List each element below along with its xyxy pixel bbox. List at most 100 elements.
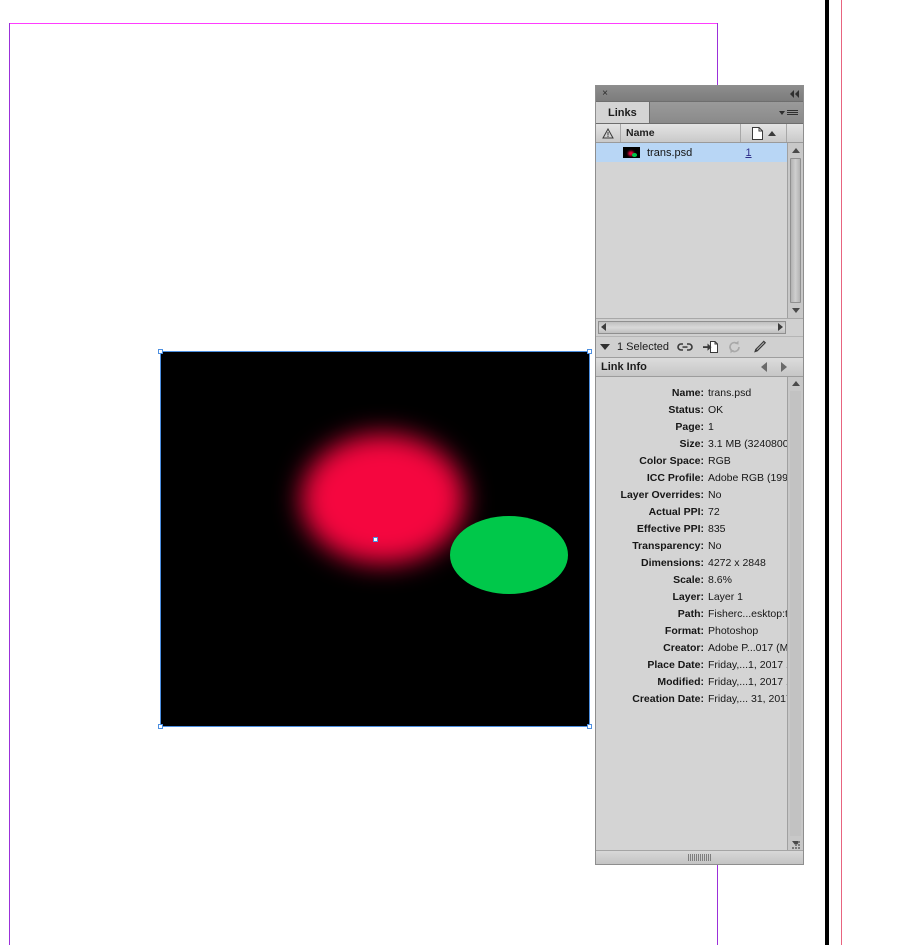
- info-row: Creation Date: Friday,... 31, 2017 6:13 A…: [596, 691, 787, 708]
- warning-column-header[interactable]: [596, 124, 621, 142]
- scroll-down-arrow-icon[interactable]: [791, 304, 800, 318]
- info-value: 8.6%: [708, 573, 732, 586]
- disclosure-triangle-icon[interactable]: [600, 343, 610, 350]
- info-value: Adobe P...017 (Macintosh): [708, 641, 787, 654]
- panel-resize-handle[interactable]: [791, 840, 801, 850]
- info-row: Layer Overrides: No: [596, 487, 781, 504]
- info-row: Dimensions: 4272 x 2848: [596, 555, 781, 572]
- info-value: trans.psd: [708, 386, 752, 399]
- selection-handle-top-left[interactable]: [158, 349, 163, 354]
- info-label: Name:: [671, 386, 704, 399]
- chevron-down-icon: [779, 110, 785, 115]
- placed-image-frame[interactable]: [158, 349, 592, 729]
- panel-tab-strip[interactable]: Links: [596, 102, 803, 124]
- scroll-left-arrow-icon[interactable]: [601, 323, 606, 331]
- table-row[interactable]: trans.psd 1: [596, 143, 787, 162]
- tab-links-label: Links: [608, 106, 637, 119]
- info-value: No: [708, 488, 722, 501]
- info-label: Actual PPI:: [648, 505, 704, 518]
- selection-handle-bottom-right[interactable]: [587, 724, 592, 729]
- info-label: Page:: [675, 420, 704, 433]
- list-header-spacer: [786, 124, 803, 142]
- info-value: 1: [708, 420, 714, 433]
- panel-title-bar[interactable]: ×: [596, 86, 803, 102]
- link-info-area: Name: trans.psd Status: OK Page: 1 Size: 3.1…: [596, 376, 803, 851]
- info-label: Place Date:: [647, 658, 704, 671]
- panel-menu-icon[interactable]: [779, 102, 803, 123]
- name-column-label: Name: [626, 127, 655, 139]
- scroll-up-arrow-icon[interactable]: [791, 143, 800, 157]
- page-icon: [751, 126, 763, 140]
- info-row: Modified: Friday,...1, 2017 11:31 AM: [596, 674, 787, 691]
- vertical-scroll-thumb[interactable]: [790, 158, 801, 303]
- warning-triangle-icon: [602, 127, 614, 138]
- info-label: Size:: [679, 437, 704, 450]
- link-thumbnail-icon: [622, 147, 640, 158]
- links-list-horizontal-scrollbar-row[interactable]: [596, 317, 803, 336]
- row-link-name[interactable]: trans.psd: [642, 147, 726, 159]
- close-icon[interactable]: ×: [600, 88, 610, 99]
- info-label: Layer:: [672, 590, 704, 603]
- selection-handle-top-right[interactable]: [587, 349, 592, 354]
- info-row: Place Date: Friday,...1, 2017 11:31 AM: [596, 657, 787, 674]
- chain-link-icon: [677, 342, 693, 351]
- info-label: Effective PPI:: [636, 522, 704, 535]
- frame-center-point[interactable]: [373, 537, 378, 542]
- links-list-body[interactable]: trans.psd 1: [596, 143, 803, 318]
- panel-drag-grip-icon[interactable]: [688, 854, 711, 861]
- link-info-fields: Name: trans.psd Status: OK Page: 1 Size: 3.1…: [596, 377, 787, 851]
- info-row: Color Space: RGB: [596, 453, 781, 470]
- solid-green-ellipse: [450, 516, 568, 594]
- info-value: Fisherc...esktop:trans.psd: [708, 607, 787, 620]
- info-row: Transparency: No: [596, 538, 781, 555]
- pencil-icon: [754, 340, 767, 352]
- links-list-rows[interactable]: trans.psd 1: [596, 143, 787, 318]
- info-row: Layer: Layer 1: [596, 589, 781, 606]
- edit-original-button[interactable]: [751, 339, 769, 355]
- info-row: Effective PPI: 835: [596, 521, 781, 538]
- next-link-icon[interactable]: [781, 361, 787, 372]
- info-value: RGB: [708, 454, 731, 467]
- info-label: ICC Profile:: [646, 471, 704, 484]
- relink-button[interactable]: [676, 339, 694, 355]
- horizontal-scroll-thumb[interactable]: [598, 320, 786, 334]
- info-label: Color Space:: [639, 454, 704, 467]
- link-info-nav[interactable]: [761, 361, 799, 372]
- tab-links[interactable]: Links: [596, 102, 650, 123]
- info-label: Layer Overrides:: [620, 488, 704, 501]
- info-value: Friday,...1, 2017 11:31 AM: [708, 675, 787, 688]
- collapse-to-icons-icon[interactable]: [790, 89, 799, 98]
- go-to-link-button[interactable]: [701, 339, 719, 355]
- page-column-header[interactable]: [740, 124, 786, 142]
- panel-footer[interactable]: [596, 841, 803, 864]
- hamburger-icon: [787, 110, 798, 115]
- name-column-header[interactable]: Name: [621, 127, 740, 139]
- info-row: ICC Profile: Adobe RGB (1998): [596, 470, 787, 487]
- info-row: Creator: Adobe P...017 (Macintosh): [596, 640, 787, 657]
- blurred-red-ellipse: [301, 434, 465, 564]
- selection-handle-bottom-left[interactable]: [158, 724, 163, 729]
- info-label: Status:: [668, 403, 704, 416]
- next-page-edge-guide: [841, 0, 842, 945]
- pasteboard-right[interactable]: [829, 0, 899, 945]
- info-value: Friday,...1, 2017 11:31 AM: [708, 658, 787, 671]
- info-value: 4272 x 2848: [708, 556, 766, 569]
- info-scroll-up-arrow-icon[interactable]: [791, 377, 800, 391]
- info-value: Layer 1: [708, 590, 744, 603]
- info-value: No: [708, 539, 722, 552]
- previous-link-icon[interactable]: [761, 361, 767, 372]
- update-link-button[interactable]: [726, 339, 744, 355]
- info-value: 3.1 MB (3240800 bytes): [708, 437, 787, 450]
- scroll-right-arrow-icon[interactable]: [778, 323, 783, 331]
- info-value: 835: [708, 522, 726, 535]
- links-action-bar[interactable]: 1 Selected: [596, 335, 803, 358]
- links-list-vertical-scrollbar[interactable]: [787, 143, 803, 318]
- info-value: 72: [708, 505, 720, 518]
- row-page-number[interactable]: 1: [726, 147, 771, 159]
- info-value: Adobe RGB (1998): [708, 471, 787, 484]
- link-info-vertical-scrollbar[interactable]: [787, 376, 803, 850]
- info-row: Path: Fisherc...esktop:trans.psd: [596, 606, 787, 623]
- info-row: Scale: 8.6%: [596, 572, 781, 589]
- info-label: Scale:: [673, 573, 704, 586]
- links-panel[interactable]: × Links Name trans.psd 1 1 Selected Link…: [595, 85, 804, 865]
